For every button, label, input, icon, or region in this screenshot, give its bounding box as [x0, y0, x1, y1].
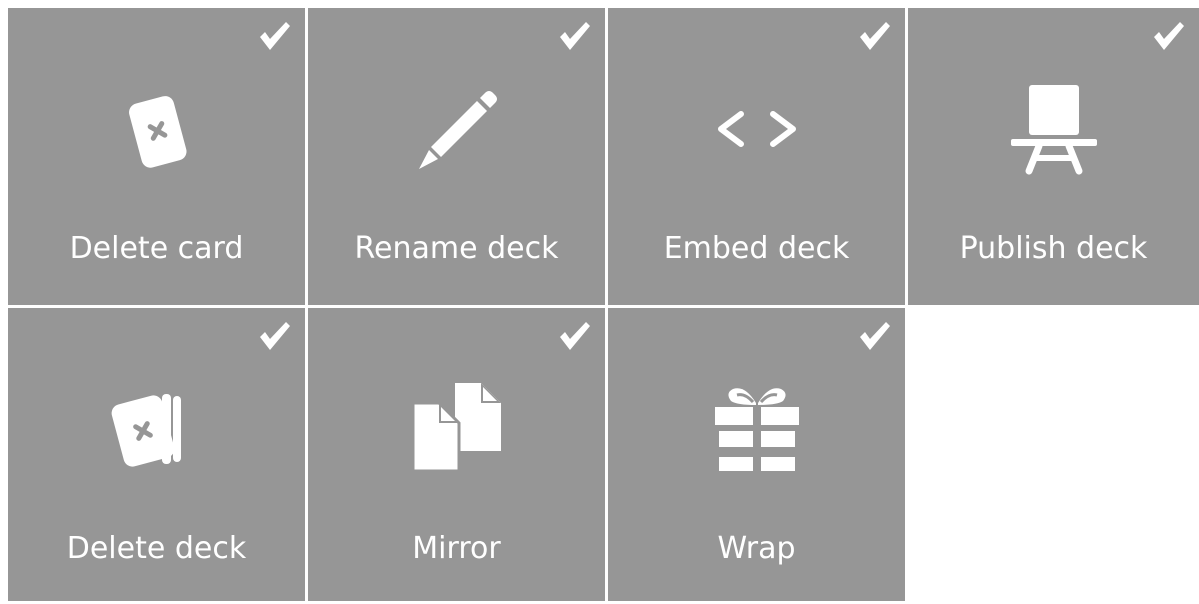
tile-label: Rename deck — [354, 231, 559, 266]
checkmark-icon — [860, 22, 890, 50]
tile-delete-deck[interactable]: Delete deck — [8, 308, 305, 601]
checkmark-icon — [260, 22, 290, 50]
tile-wrap[interactable]: Wrap — [608, 308, 905, 601]
action-tile-grid: Delete card Rename deck Embed deck Publi… — [8, 8, 1199, 604]
duplicate-pages-icon — [407, 379, 507, 479]
checkmark-icon — [560, 322, 590, 350]
pencil-icon — [407, 79, 507, 179]
tile-label: Wrap — [717, 531, 796, 566]
tile-label: Embed deck — [663, 231, 850, 266]
tile-label: Mirror — [412, 531, 501, 566]
code-brackets-icon — [707, 79, 807, 179]
card-x-icon — [107, 79, 207, 179]
checkmark-icon — [860, 322, 890, 350]
tile-label: Delete deck — [66, 531, 247, 566]
tile-publish-deck[interactable]: Publish deck — [908, 8, 1199, 305]
checkmark-icon — [1154, 22, 1184, 50]
deck-x-icon — [107, 379, 207, 479]
tile-label: Publish deck — [959, 231, 1148, 266]
tile-mirror[interactable]: Mirror — [308, 308, 605, 601]
gift-icon — [707, 379, 807, 479]
checkmark-icon — [260, 322, 290, 350]
tile-delete-card[interactable]: Delete card — [8, 8, 305, 305]
tile-rename-deck[interactable]: Rename deck — [308, 8, 605, 305]
tile-label: Delete card — [69, 231, 244, 266]
tile-embed-deck[interactable]: Embed deck — [608, 8, 905, 305]
easel-icon — [1004, 79, 1104, 179]
checkmark-icon — [560, 22, 590, 50]
